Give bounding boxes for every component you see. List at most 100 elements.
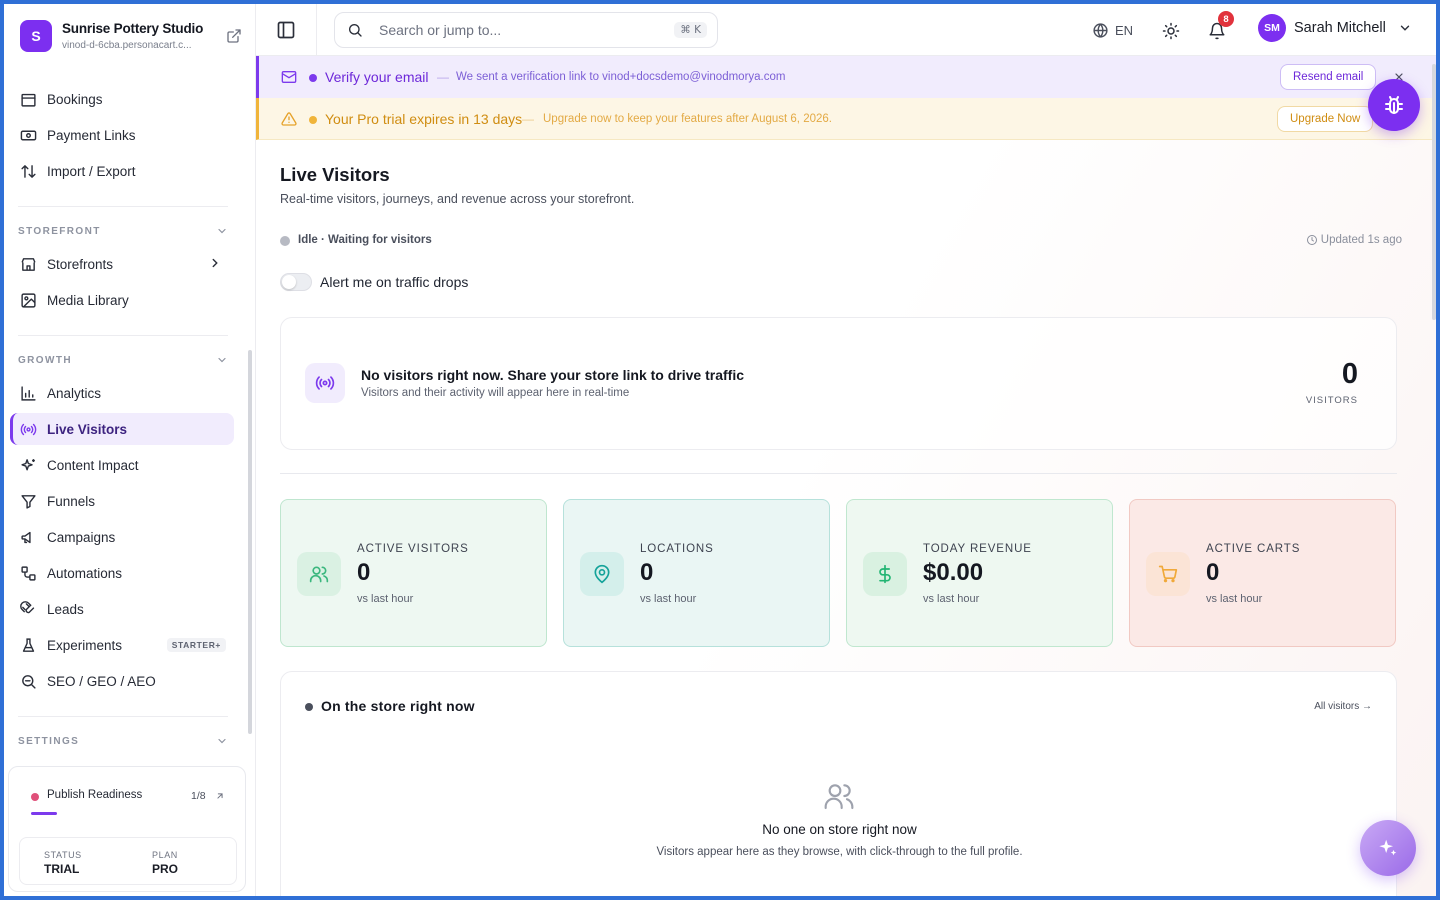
resend-email-button[interactable]: Resend email (1280, 64, 1377, 90)
sidebar-item-label: Automations (47, 565, 123, 581)
sidebar-item-seo[interactable]: SEO / GEO / AEO (10, 665, 234, 697)
banner-title: Verify your email (325, 69, 429, 85)
sidebar-item-label: Campaigns (47, 529, 116, 545)
sidebar-divider (18, 206, 228, 207)
last-updated: Updated 1s ago (1306, 234, 1402, 246)
avatar: SM (1258, 14, 1286, 42)
page-scrollbar[interactable] (1432, 64, 1436, 320)
all-visitors-link[interactable]: All visitors → (1314, 701, 1372, 712)
funnel-icon (21, 494, 36, 509)
sidebar-item-label: Storefronts (47, 256, 114, 272)
sidebar-item-label: Import / Export (47, 163, 136, 179)
sidebar-item-bookings[interactable]: Bookings (10, 83, 234, 115)
sidebar-scrollbar[interactable] (248, 350, 252, 734)
verify-email-banner: Verify your email — We sent a verificati… (256, 56, 1436, 98)
sidebar-item-campaigns[interactable]: Campaigns (10, 521, 234, 553)
store-switcher[interactable]: S Sunrise Pottery Studio vinod-d-6cba.pe… (20, 20, 244, 54)
status-dot (31, 793, 39, 801)
kpi-label: ACTIVE VISITORS (357, 543, 469, 555)
banknote-icon (20, 130, 37, 140)
banner-title: Your Pro trial expires in 13 days (325, 111, 523, 127)
section-growth[interactable]: GROWTH (18, 355, 228, 366)
radar-badge (305, 363, 345, 403)
external-link-icon[interactable] (226, 28, 242, 44)
visitor-count: 0 (1341, 358, 1358, 390)
search-zoom-icon (22, 674, 36, 689)
kpi-value: 0 (357, 559, 371, 586)
sidebar-item-label: Live Visitors (47, 421, 128, 437)
kpi-compare: vs last hour (640, 593, 697, 605)
kpi-compare: vs last hour (923, 593, 980, 605)
sidebar-item-media-library[interactable]: Media Library (10, 284, 234, 316)
status-value: TRIAL (44, 862, 80, 876)
radio-icon (20, 423, 37, 435)
section-storefront[interactable]: STOREFRONT (18, 226, 228, 237)
kpi-value: 0 (1206, 559, 1220, 586)
bug-report-button[interactable] (1368, 79, 1420, 131)
kpi-compare: vs last hour (1206, 593, 1263, 605)
sidebar-item-label: Experiments (47, 637, 123, 653)
search-shortcut: ⌘ K (674, 22, 707, 38)
topbar-divider (316, 4, 317, 56)
upgrade-now-button[interactable]: Upgrade Now (1277, 106, 1374, 132)
warning-icon (281, 112, 297, 126)
sidebar-item-label: Content Impact (47, 457, 139, 473)
banner-separator: — (437, 70, 449, 84)
megaphone-icon (21, 531, 31, 543)
status-label: STATUS (44, 850, 82, 860)
main-content: Live Visitors Real-time visitors, journe… (256, 140, 1436, 896)
plan-label: PLAN (152, 850, 178, 860)
sidebar-item-experiments[interactable]: Experiments STARTER+ (10, 629, 234, 661)
kpi-value: $0.00 (923, 559, 984, 586)
store-logo: S (20, 20, 52, 52)
sidebar-item-analytics[interactable]: Analytics (10, 377, 234, 409)
sidebar-item-leads[interactable]: Leads (10, 593, 234, 625)
card-title: On the store right now (321, 698, 475, 714)
sidebar-divider (18, 335, 228, 336)
section-label: STOREFRONT (18, 226, 101, 237)
sidebar-item-live-visitors[interactable]: Live Visitors (10, 413, 234, 445)
sidebar-item-label: SEO / GEO / AEO (47, 673, 156, 689)
section-settings[interactable]: SETTINGS (18, 736, 228, 747)
section-divider (280, 473, 1397, 474)
sun-icon[interactable] (1162, 22, 1180, 40)
chevron-down-icon (1400, 25, 1410, 31)
publish-readiness-card[interactable]: Publish Readiness 1/8 STATUS TRIAL PLAN … (8, 766, 246, 892)
sidebar-item-automations[interactable]: Automations (10, 557, 234, 589)
kpi-icon-box (297, 552, 341, 596)
empty-subtitle: Visitors appear here as they browse, wit… (656, 846, 1023, 858)
search-input[interactable]: Search or jump to... ⌘ K (334, 12, 718, 48)
workflow-icon (21, 565, 36, 581)
sidebar-item-import-export[interactable]: Import / Export (10, 155, 234, 187)
panel-left-icon[interactable] (276, 20, 296, 40)
sidebar-item-storefronts[interactable]: Storefronts (10, 248, 234, 280)
calendar-icon (21, 93, 36, 107)
plan-tag: STARTER+ (166, 638, 226, 652)
language-selector[interactable]: EN (1092, 22, 1133, 39)
sparkles-icon (1379, 839, 1397, 856)
sidebar-item-content-impact[interactable]: Content Impact (10, 449, 234, 481)
kpi-locations: LOCATIONS 0 vs last hour (563, 499, 830, 647)
image-icon (21, 292, 36, 308)
ai-assistant-button[interactable] (1360, 820, 1416, 876)
top-bar: Search or jump to... ⌘ K EN 8 SM Sarah M… (256, 4, 1436, 56)
dollar-icon (879, 564, 891, 584)
visitor-count-label: VISITORS (1305, 395, 1358, 406)
kpi-icon-box (580, 552, 624, 596)
kpi-icon-box (863, 552, 907, 596)
chevron-down-icon (218, 228, 226, 234)
chevron-down-icon (218, 738, 226, 744)
traffic-alert-toggle[interactable] (280, 273, 312, 291)
user-menu[interactable]: SM Sarah Mitchell (1258, 14, 1412, 42)
user-name: Sarah Mitchell (1294, 20, 1386, 36)
sidebar-item-payment-links[interactable]: Payment Links (10, 119, 234, 151)
sidebar-item-funnels[interactable]: Funnels (10, 485, 234, 517)
kpi-today-revenue: TODAY REVENUE $0.00 vs last hour (846, 499, 1113, 647)
publish-count: 1/8 (191, 790, 206, 802)
search-icon (349, 24, 362, 37)
sidebar-item-label: Funnels (47, 493, 96, 509)
arrow-up-down-icon (21, 164, 36, 178)
banner-message: Upgrade now to keep your features after … (543, 113, 832, 125)
kpi-compare: vs last hour (357, 593, 414, 605)
banner-dot (309, 74, 317, 82)
